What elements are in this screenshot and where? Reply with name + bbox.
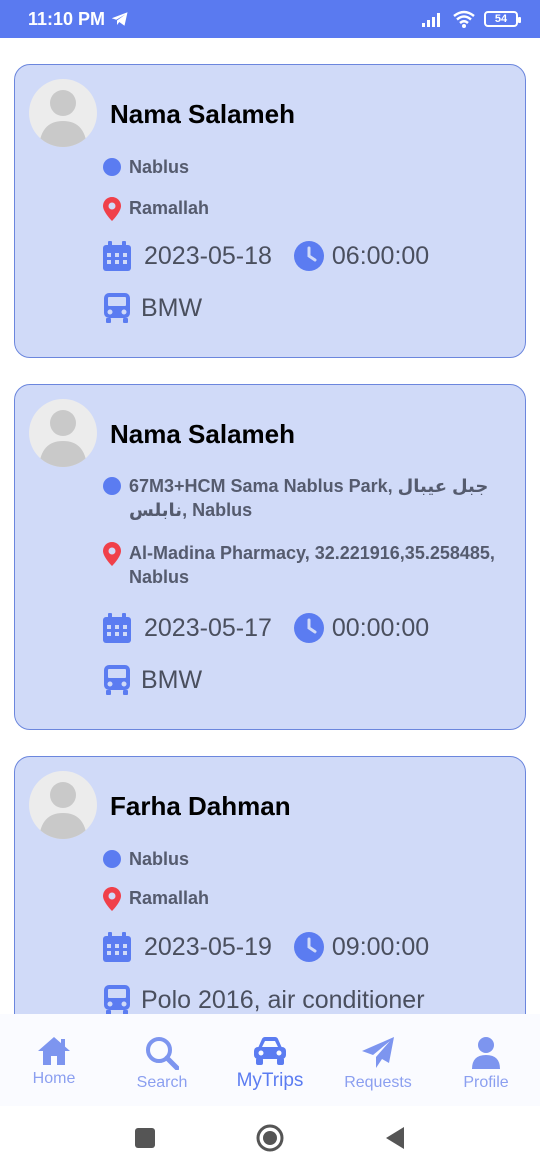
trip-date: 2023-05-19 — [144, 932, 272, 961]
nav-requests[interactable]: Requests — [328, 1036, 428, 1092]
telegram-notification-icon — [111, 12, 128, 26]
person-icon — [472, 1037, 500, 1069]
system-nav-bar — [0, 1106, 540, 1170]
from-text: Nablus — [129, 157, 190, 177]
bottom-nav: Home Search MyTrips Requests Profile — [0, 1014, 540, 1106]
bus-icon — [104, 293, 130, 323]
car-row: Polo 2016, air conditioner — [103, 985, 425, 1014]
to-location: Ramallah — [103, 196, 511, 221]
status-time: 11:10 PM — [28, 8, 106, 29]
car-row: BMW — [103, 293, 202, 323]
home-icon — [38, 1037, 70, 1065]
back-button[interactable] — [384, 1126, 406, 1150]
car-icon — [254, 1037, 286, 1065]
from-location: Nablus — [103, 155, 511, 179]
trip-time: 09:00:00 — [331, 932, 430, 961]
avatar — [29, 771, 97, 839]
calendar-icon — [103, 613, 131, 643]
to-text: Ramallah — [129, 888, 210, 908]
battery-icon: 54 — [484, 11, 521, 27]
origin-dot-icon — [103, 850, 121, 868]
clock-icon — [293, 932, 324, 962]
car-row: BMW — [103, 665, 202, 695]
date-time-row: 2023-05-17 00:00:00 — [103, 613, 429, 643]
nav-search[interactable]: Search — [112, 1036, 212, 1092]
calendar-icon — [103, 241, 131, 271]
clock-icon — [293, 613, 324, 643]
nav-profile[interactable]: Profile — [436, 1036, 536, 1092]
nav-mytrips-label: MyTrips — [236, 1070, 304, 1091]
status-bar: 11:10 PM 54 — [0, 0, 540, 38]
destination-pin-icon — [103, 887, 121, 911]
from-text: 67M3+HCM Sama Nablus Park, جبل عيبال ناب… — [129, 476, 489, 520]
trip-card[interactable]: Nama Salameh Nablus Ramallah 2023-05-18 — [14, 64, 526, 358]
avatar — [29, 79, 97, 147]
send-icon — [362, 1037, 394, 1068]
from-location: 67M3+HCM Sama Nablus Park, جبل عيبال ناب… — [103, 474, 511, 522]
origin-dot-icon — [103, 158, 121, 176]
nav-home-label: Home — [32, 1070, 76, 1087]
from-location: Nablus — [103, 847, 511, 871]
signal-icon — [422, 13, 440, 27]
trip-time: 06:00:00 — [331, 241, 430, 270]
nav-mytrips[interactable]: MyTrips — [220, 1036, 320, 1092]
driver-name: Nama Salameh — [110, 99, 295, 129]
nav-profile-label: Profile — [463, 1074, 509, 1091]
car-text: Polo 2016, air conditioner — [141, 985, 425, 1014]
date-time-row: 2023-05-18 06:00:00 — [103, 241, 429, 271]
driver-name: Nama Salameh — [110, 419, 295, 449]
home-button[interactable] — [256, 1124, 284, 1152]
status-right: 54 — [422, 10, 521, 28]
trip-card[interactable]: Farha Dahman Nablus Ramallah 2023-05-19 — [14, 756, 526, 1014]
battery-level: 54 — [494, 13, 508, 25]
car-text: BMW — [141, 293, 203, 322]
default-avatar-icon — [39, 410, 87, 467]
from-text: Nablus — [129, 849, 190, 869]
origin-dot-icon — [103, 477, 121, 495]
to-location: Ramallah — [103, 886, 511, 911]
clock-icon — [293, 241, 324, 271]
wifi-icon — [453, 10, 475, 28]
to-location: Al-Madina Pharmacy, 32.221916,35.258485,… — [103, 541, 511, 589]
trip-date: 2023-05-18 — [144, 241, 272, 270]
bus-icon — [104, 665, 130, 695]
default-avatar-icon — [39, 782, 87, 839]
nav-requests-label: Requests — [344, 1074, 412, 1091]
driver-name: Farha Dahman — [110, 791, 291, 821]
destination-pin-icon — [103, 197, 121, 221]
calendar-icon — [103, 932, 131, 962]
trip-card[interactable]: Nama Salameh 67M3+HCM Sama Nablus Park, … — [14, 384, 526, 730]
to-text: Al-Madina Pharmacy, 32.221916,35.258485,… — [129, 543, 495, 587]
trip-date: 2023-05-17 — [144, 613, 272, 642]
to-text: Ramallah — [129, 198, 210, 218]
nav-search-label: Search — [136, 1074, 188, 1091]
trips-list[interactable]: Nama Salameh Nablus Ramallah 2023-05-18 — [0, 38, 540, 1014]
nav-home[interactable]: Home — [4, 1036, 104, 1088]
bus-icon — [104, 985, 130, 1014]
search-icon — [146, 1037, 179, 1070]
car-text: BMW — [141, 665, 203, 694]
recent-apps-button[interactable] — [134, 1127, 156, 1149]
destination-pin-icon — [103, 542, 121, 566]
status-left: 11:10 PM — [28, 9, 129, 30]
trip-time: 00:00:00 — [331, 613, 430, 642]
avatar — [29, 399, 97, 467]
date-time-row: 2023-05-19 09:00:00 — [103, 932, 429, 962]
default-avatar-icon — [39, 90, 87, 147]
